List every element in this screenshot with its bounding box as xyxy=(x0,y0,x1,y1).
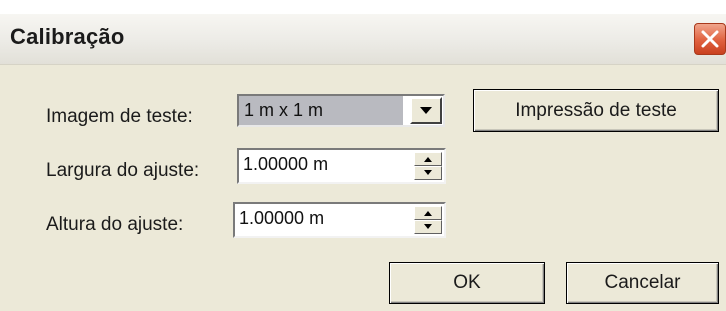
height-spin-field[interactable]: 1.00000 m xyxy=(233,202,446,238)
arrow-up-icon xyxy=(424,157,432,162)
chevron-down-icon xyxy=(420,107,432,114)
arrow-up-icon xyxy=(424,211,432,216)
cancel-button[interactable]: Cancelar xyxy=(566,262,719,304)
width-spin-buttons xyxy=(414,152,442,180)
height-spin-buttons xyxy=(414,206,442,234)
height-increment-button[interactable] xyxy=(414,206,442,220)
height-value: 1.00000 m xyxy=(239,208,325,228)
dialog-title: Calibração xyxy=(10,24,125,49)
width-value: 1.00000 m xyxy=(243,154,329,174)
arrow-down-icon xyxy=(424,170,432,175)
width-label: Largura do ajuste: xyxy=(46,160,200,181)
calibration-dialog: Calibração Imagem de teste: 1 m x 1 m Im… xyxy=(0,0,726,311)
width-decrement-button[interactable] xyxy=(414,166,442,180)
height-decrement-button[interactable] xyxy=(414,220,442,234)
test-image-label: Imagem de teste: xyxy=(46,106,193,127)
test-image-value: 1 m x 1 m xyxy=(239,96,403,125)
dropdown-button[interactable] xyxy=(410,97,442,124)
screen-edge xyxy=(0,0,726,14)
test-image-select[interactable]: 1 m x 1 m xyxy=(237,94,445,127)
arrow-down-icon xyxy=(424,224,432,229)
ok-button[interactable]: OK xyxy=(389,262,545,304)
close-icon xyxy=(701,30,719,48)
width-increment-button[interactable] xyxy=(414,152,442,166)
test-print-button[interactable]: Impressão de teste xyxy=(473,89,719,132)
close-button[interactable] xyxy=(694,23,726,55)
title-bar[interactable]: Calibração xyxy=(0,14,726,65)
height-label: Altura do ajuste: xyxy=(46,214,184,235)
width-spin-field[interactable]: 1.00000 m xyxy=(237,148,446,184)
